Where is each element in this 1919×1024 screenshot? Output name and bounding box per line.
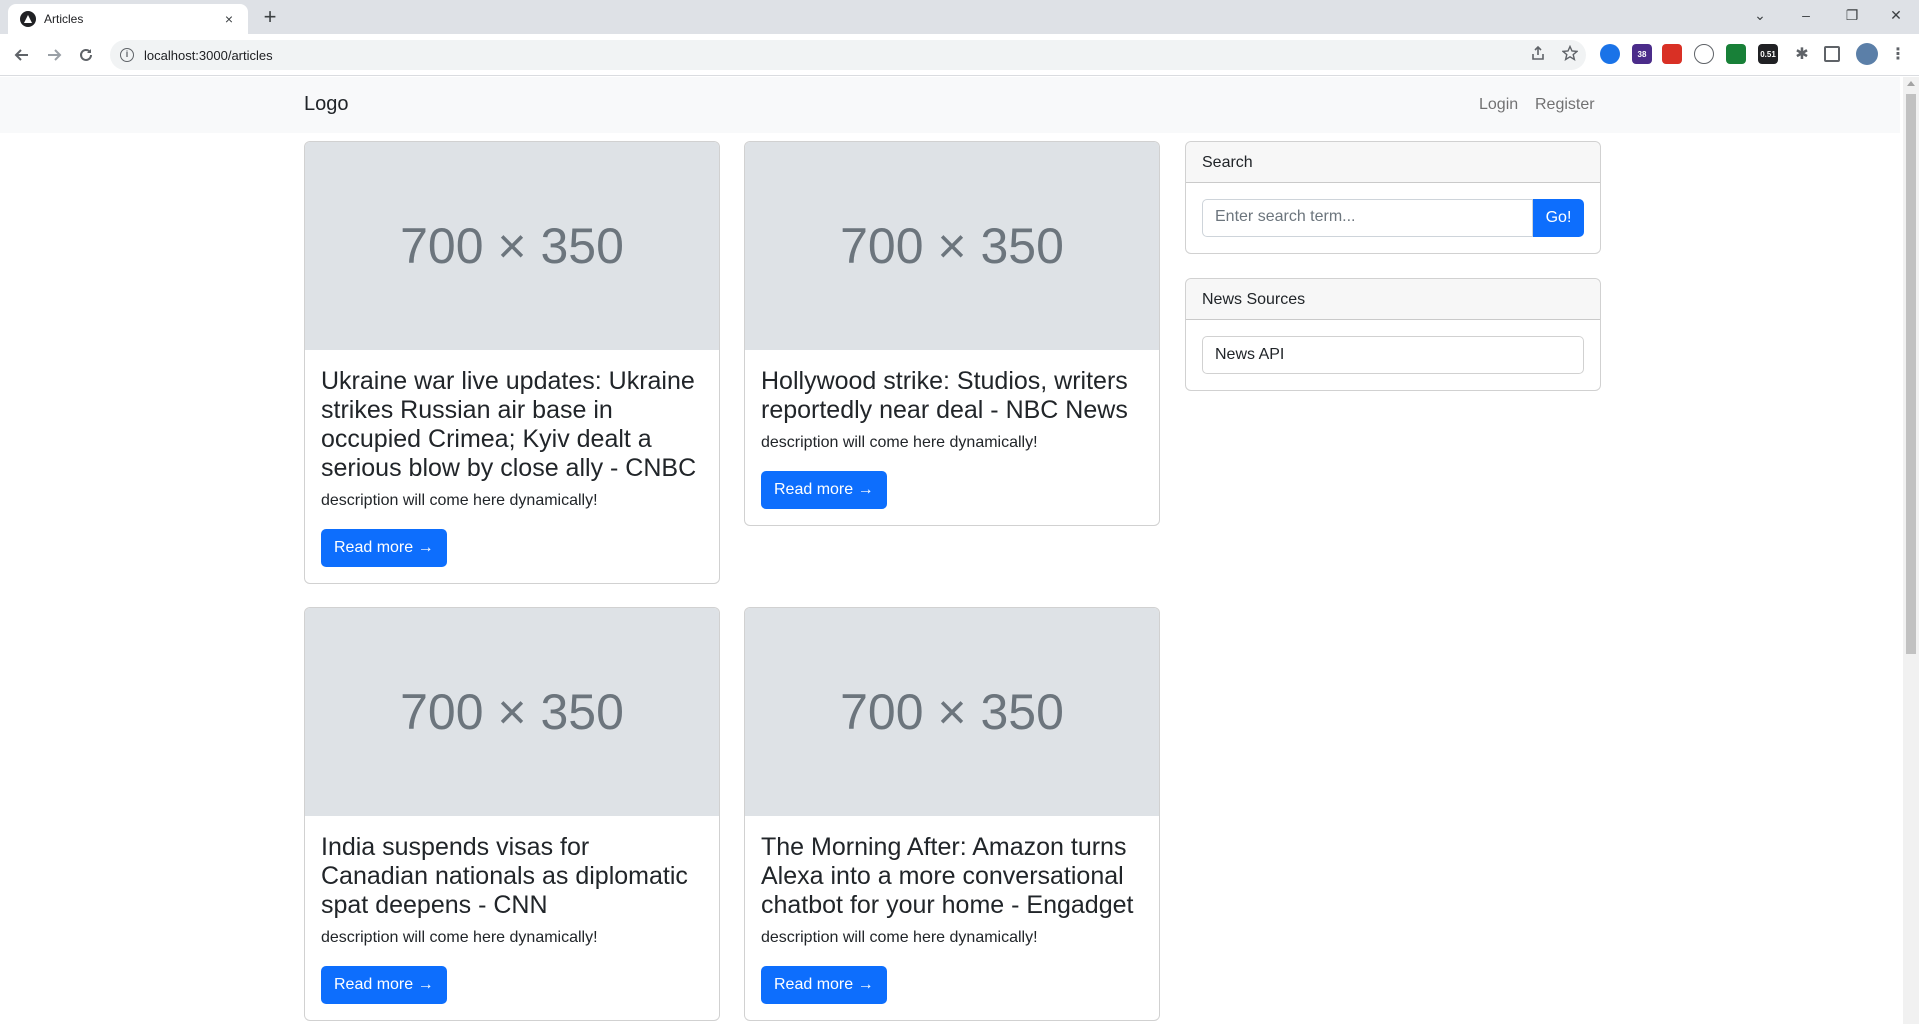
back-arrow-icon[interactable] xyxy=(10,43,34,67)
article-image-placeholder: 700 × 350 xyxy=(305,608,719,816)
article-title: The Morning After: Amazon turns Alexa in… xyxy=(761,833,1134,919)
news-sources-header: News Sources xyxy=(1186,279,1600,320)
article-card: 700 × 350 Hollywood strike: Studios, wri… xyxy=(744,141,1160,526)
page-scrollbar[interactable] xyxy=(1903,77,1919,1024)
browser-tab[interactable]: Articles × xyxy=(8,4,248,34)
article-image-placeholder: 700 × 350 xyxy=(745,142,1159,350)
article-card: 700 × 350 India suspends visas for Canad… xyxy=(304,607,720,1021)
app-favicon-icon xyxy=(20,11,36,27)
nav-register-link[interactable]: Register xyxy=(1535,96,1595,114)
article-description: description will come here dynamically! xyxy=(761,434,1038,451)
extension-green-icon[interactable] xyxy=(1726,44,1746,64)
extension-circle-icon[interactable] xyxy=(1694,44,1714,64)
news-source-item[interactable]: News API xyxy=(1202,336,1584,374)
article-description: description will come here dynamically! xyxy=(321,929,598,946)
extension-red-icon[interactable] xyxy=(1662,44,1682,64)
restore-button[interactable]: ❐ xyxy=(1829,0,1875,30)
search-widget: Search Enter search term... Go! xyxy=(1185,141,1601,254)
article-description: description will come here dynamically! xyxy=(761,929,1038,946)
side-panel-icon[interactable] xyxy=(1824,46,1840,62)
article-image-placeholder: 700 × 350 xyxy=(745,608,1159,816)
read-more-button[interactable]: Read more → xyxy=(761,471,887,509)
url-text: localhost:3000/articles xyxy=(144,47,273,63)
extension-blue-icon[interactable] xyxy=(1600,44,1620,64)
forward-arrow-icon[interactable] xyxy=(42,43,66,67)
close-tab-icon[interactable]: × xyxy=(220,11,238,27)
search-go-button[interactable]: Go! xyxy=(1533,199,1584,237)
read-more-button[interactable]: Read more → xyxy=(761,966,887,1004)
profile-avatar[interactable] xyxy=(1856,43,1878,65)
read-more-button[interactable]: Read more → xyxy=(321,529,447,567)
tab-search-icon[interactable]: ⌄ xyxy=(1737,0,1783,30)
address-bar[interactable]: i localhost:3000/articles xyxy=(110,40,1586,70)
news-sources-widget: News Sources News API xyxy=(1185,278,1601,391)
extension-grad-cap-icon[interactable]: 38 xyxy=(1632,44,1652,64)
browser-toolbar: i localhost:3000/articles 38 0.51 ✱ ⋮ xyxy=(0,34,1919,76)
new-tab-button[interactable]: + xyxy=(258,6,282,30)
scrollbar-thumb[interactable] xyxy=(1906,94,1916,654)
read-more-button[interactable]: Read more → xyxy=(321,966,447,1004)
close-window-button[interactable]: ✕ xyxy=(1873,0,1919,30)
article-card: 700 × 350 The Morning After: Amazon turn… xyxy=(744,607,1160,1021)
extensions-puzzle-icon[interactable]: ✱ xyxy=(1792,44,1812,64)
article-title: Hollywood strike: Studios, writers repor… xyxy=(761,367,1128,424)
reload-icon[interactable] xyxy=(74,43,98,67)
search-widget-header: Search xyxy=(1186,142,1600,183)
article-card: 700 × 350 Ukraine war live updates: Ukra… xyxy=(304,141,720,584)
minimize-button[interactable]: – xyxy=(1783,0,1829,30)
browser-menu-icon[interactable]: ⋮ xyxy=(1888,44,1908,64)
site-navbar: Logo Login Register xyxy=(0,77,1900,133)
brand-logo[interactable]: Logo xyxy=(304,93,349,116)
article-title: India suspends visas for Canadian nation… xyxy=(321,833,688,919)
nav-login-link[interactable]: Login xyxy=(1479,96,1518,114)
share-icon[interactable] xyxy=(1526,41,1550,65)
article-title: Ukraine war live updates: Ukraine strike… xyxy=(321,367,697,482)
scroll-up-arrow-icon[interactable] xyxy=(1907,81,1915,86)
tab-title: Articles xyxy=(44,12,84,26)
bookmark-star-icon[interactable] xyxy=(1558,41,1582,65)
site-info-icon[interactable]: i xyxy=(120,48,134,62)
search-input[interactable]: Enter search term... xyxy=(1202,199,1533,237)
tab-strip: Articles × + ⌄ – ❐ ✕ xyxy=(0,0,1919,34)
extension-cls-icon[interactable]: 0.51 xyxy=(1758,44,1778,64)
article-image-placeholder: 700 × 350 xyxy=(305,142,719,350)
article-description: description will come here dynamically! xyxy=(321,492,598,509)
